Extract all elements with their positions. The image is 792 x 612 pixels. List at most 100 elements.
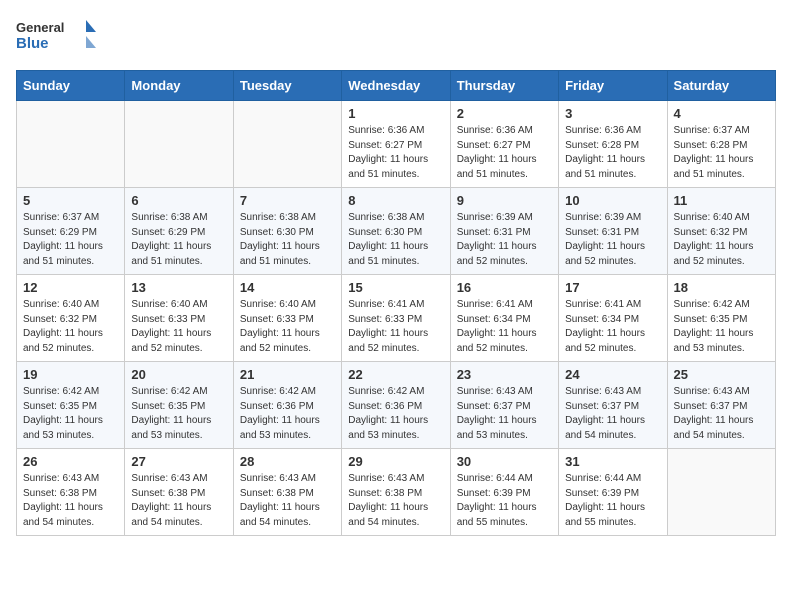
calendar-cell	[125, 101, 233, 188]
weekday-header-thursday: Thursday	[450, 71, 558, 101]
day-number: 25	[674, 367, 769, 382]
day-info: Sunrise: 6:40 AMSunset: 6:33 PMDaylight:…	[240, 298, 335, 356]
page-header: General Blue	[16, 16, 776, 58]
calendar-cell: 4 Sunrise: 6:37 AMSunset: 6:28 PMDaylight…	[667, 101, 775, 188]
day-info: Sunrise: 6:40 AMSunset: 6:33 PMDaylight:…	[131, 298, 226, 356]
day-info: Sunrise: 6:36 AMSunset: 6:27 PMDaylight:…	[457, 124, 552, 182]
day-number: 23	[457, 367, 552, 382]
day-number: 22	[348, 367, 443, 382]
day-number: 15	[348, 280, 443, 295]
day-info: Sunrise: 6:39 AMSunset: 6:31 PMDaylight:…	[565, 211, 660, 269]
weekday-header-friday: Friday	[559, 71, 667, 101]
calendar-cell: 28 Sunrise: 6:43 AMSunset: 6:38 PMDayligh…	[233, 449, 341, 536]
weekday-header-saturday: Saturday	[667, 71, 775, 101]
calendar-week-2: 5 Sunrise: 6:37 AMSunset: 6:29 PMDaylight…	[17, 188, 776, 275]
calendar-cell: 6Sunrise: 6:38 AMSunset: 6:29 PMDaylight…	[125, 188, 233, 275]
day-number: 31	[565, 454, 660, 469]
calendar-table: SundayMondayTuesdayWednesdayThursdayFrid…	[16, 70, 776, 536]
day-number: 9	[457, 193, 552, 208]
svg-text:General: General	[16, 20, 64, 35]
day-number: 29	[348, 454, 443, 469]
day-number: 7	[240, 193, 335, 208]
day-info: Sunrise: 6:38 AMSunset: 6:30 PMDaylight:…	[240, 211, 335, 269]
day-number: 20	[131, 367, 226, 382]
day-number: 28	[240, 454, 335, 469]
day-number: 30	[457, 454, 552, 469]
day-number: 18	[674, 280, 769, 295]
day-info: Sunrise: 6:43 AMSunset: 6:38 PMDaylight:…	[240, 472, 335, 530]
day-info: Sunrise: 6:43 AMSunset: 6:38 PMDaylight:…	[23, 472, 118, 530]
calendar-cell: 20 Sunrise: 6:42 AMSunset: 6:35 PMDayligh…	[125, 362, 233, 449]
day-info: Sunrise: 6:43 AMSunset: 6:38 PMDaylight:…	[348, 472, 443, 530]
day-info: Sunrise: 6:36 AMSunset: 6:27 PMDaylight:…	[348, 124, 443, 182]
day-info: Sunrise: 6:43 AMSunset: 6:37 PMDaylight:…	[674, 385, 769, 443]
day-number: 3	[565, 106, 660, 121]
weekday-header-wednesday: Wednesday	[342, 71, 450, 101]
day-info: Sunrise: 6:43 AMSunset: 6:37 PMDaylight:…	[565, 385, 660, 443]
weekday-header-tuesday: Tuesday	[233, 71, 341, 101]
day-number: 1	[348, 106, 443, 121]
calendar-cell: 3 Sunrise: 6:36 AMSunset: 6:28 PMDaylight…	[559, 101, 667, 188]
weekday-header-row: SundayMondayTuesdayWednesdayThursdayFrid…	[17, 71, 776, 101]
svg-text:Blue: Blue	[16, 35, 49, 52]
day-info: Sunrise: 6:40 AMSunset: 6:32 PMDaylight:…	[23, 298, 118, 356]
day-number: 27	[131, 454, 226, 469]
day-info: Sunrise: 6:42 AMSunset: 6:35 PMDaylight:…	[23, 385, 118, 443]
day-info: Sunrise: 6:42 AMSunset: 6:36 PMDaylight:…	[348, 385, 443, 443]
calendar-cell	[17, 101, 125, 188]
day-info: Sunrise: 6:38 AMSunset: 6:30 PMDaylight:…	[348, 211, 443, 269]
calendar-cell: 22 Sunrise: 6:42 AMSunset: 6:36 PMDayligh…	[342, 362, 450, 449]
day-info: Sunrise: 6:37 AMSunset: 6:28 PMDaylight:…	[674, 124, 769, 182]
calendar-week-1: 1 Sunrise: 6:36 AMSunset: 6:27 PMDaylight…	[17, 101, 776, 188]
calendar-week-5: 26 Sunrise: 6:43 AMSunset: 6:38 PMDayligh…	[17, 449, 776, 536]
calendar-cell: 27Sunrise: 6:43 AMSunset: 6:38 PMDayligh…	[125, 449, 233, 536]
calendar-cell: 23Sunrise: 6:43 AMSunset: 6:37 PMDayligh…	[450, 362, 558, 449]
day-number: 8	[348, 193, 443, 208]
calendar-cell: 17 Sunrise: 6:41 AMSunset: 6:34 PMDayligh…	[559, 275, 667, 362]
day-number: 11	[674, 193, 769, 208]
calendar-cell: 2 Sunrise: 6:36 AMSunset: 6:27 PMDaylight…	[450, 101, 558, 188]
day-info: Sunrise: 6:42 AMSunset: 6:35 PMDaylight:…	[674, 298, 769, 356]
calendar-cell: 11 Sunrise: 6:40 AMSunset: 6:32 PMDayligh…	[667, 188, 775, 275]
calendar-cell: 15 Sunrise: 6:41 AMSunset: 6:33 PMDayligh…	[342, 275, 450, 362]
weekday-header-sunday: Sunday	[17, 71, 125, 101]
calendar-cell: 19Sunrise: 6:42 AMSunset: 6:35 PMDayligh…	[17, 362, 125, 449]
day-info: Sunrise: 6:41 AMSunset: 6:34 PMDaylight:…	[457, 298, 552, 356]
day-info: Sunrise: 6:42 AMSunset: 6:36 PMDaylight:…	[240, 385, 335, 443]
day-info: Sunrise: 6:42 AMSunset: 6:35 PMDaylight:…	[131, 385, 226, 443]
calendar-cell: 21 Sunrise: 6:42 AMSunset: 6:36 PMDayligh…	[233, 362, 341, 449]
day-info: Sunrise: 6:41 AMSunset: 6:34 PMDaylight:…	[565, 298, 660, 356]
calendar-cell: 8 Sunrise: 6:38 AMSunset: 6:30 PMDaylight…	[342, 188, 450, 275]
day-info: Sunrise: 6:44 AMSunset: 6:39 PMDaylight:…	[457, 472, 552, 530]
calendar-cell: 26 Sunrise: 6:43 AMSunset: 6:38 PMDayligh…	[17, 449, 125, 536]
day-info: Sunrise: 6:37 AMSunset: 6:29 PMDaylight:…	[23, 211, 118, 269]
day-number: 5	[23, 193, 118, 208]
calendar-cell	[667, 449, 775, 536]
calendar-cell: 10 Sunrise: 6:39 AMSunset: 6:31 PMDayligh…	[559, 188, 667, 275]
day-info: Sunrise: 6:36 AMSunset: 6:28 PMDaylight:…	[565, 124, 660, 182]
day-number: 10	[565, 193, 660, 208]
logo-svg: General Blue	[16, 16, 96, 58]
day-number: 12	[23, 280, 118, 295]
day-info: Sunrise: 6:40 AMSunset: 6:32 PMDaylight:…	[674, 211, 769, 269]
day-info: Sunrise: 6:38 AMSunset: 6:29 PMDaylight:…	[131, 211, 226, 269]
calendar-cell: 18 Sunrise: 6:42 AMSunset: 6:35 PMDayligh…	[667, 275, 775, 362]
day-number: 17	[565, 280, 660, 295]
calendar-cell: 13Sunrise: 6:40 AMSunset: 6:33 PMDayligh…	[125, 275, 233, 362]
day-number: 16	[457, 280, 552, 295]
day-number: 24	[565, 367, 660, 382]
day-number: 26	[23, 454, 118, 469]
calendar-week-4: 19Sunrise: 6:42 AMSunset: 6:35 PMDayligh…	[17, 362, 776, 449]
day-number: 14	[240, 280, 335, 295]
logo: General Blue	[16, 16, 96, 58]
calendar-cell: 7 Sunrise: 6:38 AMSunset: 6:30 PMDaylight…	[233, 188, 341, 275]
day-info: Sunrise: 6:41 AMSunset: 6:33 PMDaylight:…	[348, 298, 443, 356]
calendar-cell: 24 Sunrise: 6:43 AMSunset: 6:37 PMDayligh…	[559, 362, 667, 449]
calendar-cell: 25 Sunrise: 6:43 AMSunset: 6:37 PMDayligh…	[667, 362, 775, 449]
day-number: 21	[240, 367, 335, 382]
day-number: 4	[674, 106, 769, 121]
calendar-cell: 1 Sunrise: 6:36 AMSunset: 6:27 PMDaylight…	[342, 101, 450, 188]
calendar-week-3: 12 Sunrise: 6:40 AMSunset: 6:32 PMDayligh…	[17, 275, 776, 362]
calendar-cell	[233, 101, 341, 188]
day-number: 2	[457, 106, 552, 121]
